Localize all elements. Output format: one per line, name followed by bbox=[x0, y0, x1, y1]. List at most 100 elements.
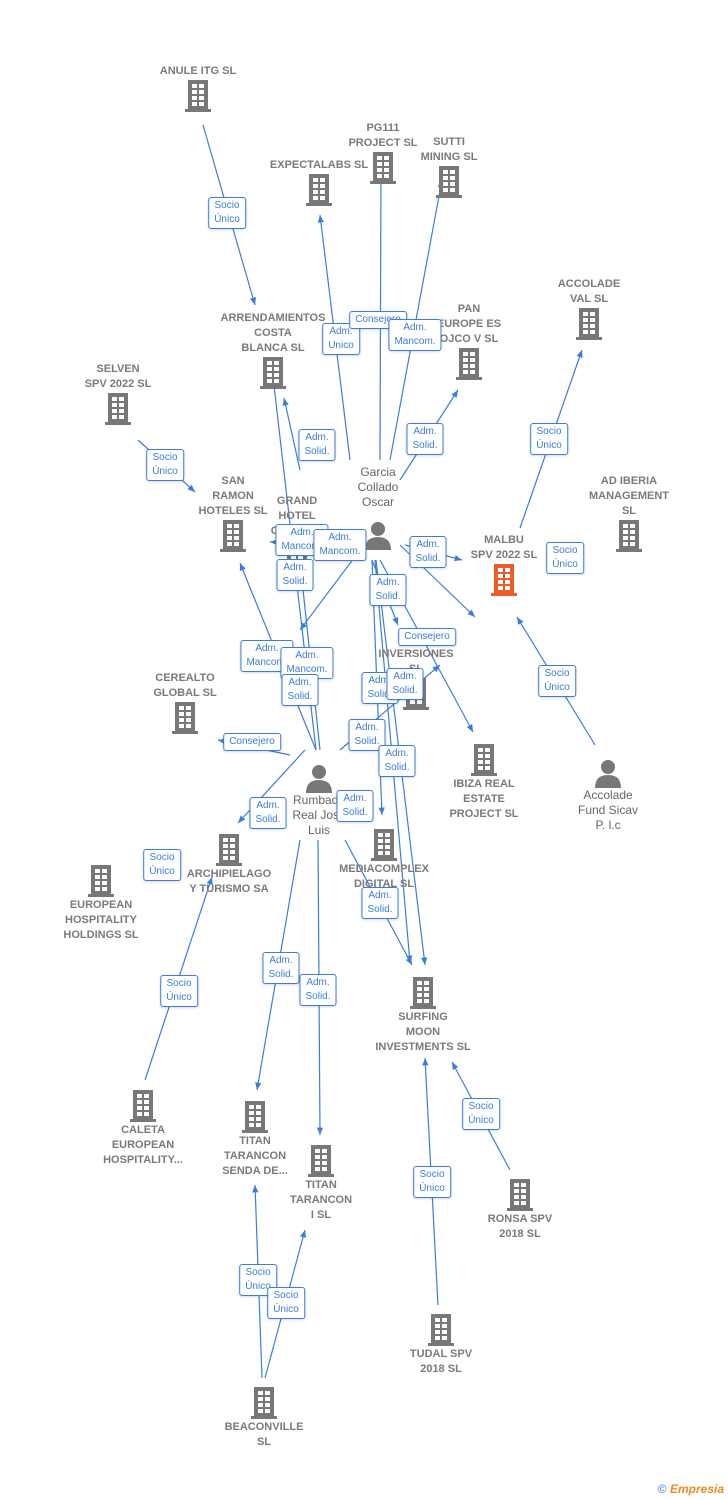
relation-label[interactable]: Adm. Solid. bbox=[262, 952, 300, 984]
building-icon[interactable] bbox=[58, 392, 178, 426]
relation-label[interactable]: Adm. Solid. bbox=[386, 668, 424, 700]
arrowhead-icon bbox=[255, 1082, 262, 1090]
building-icon[interactable] bbox=[169, 833, 289, 867]
building-icon[interactable] bbox=[204, 1386, 324, 1420]
arrowhead-icon bbox=[249, 297, 256, 305]
relation-label[interactable]: Adm. Solid. bbox=[298, 429, 336, 461]
company-label[interactable]: RONSA SPV 2018 SL bbox=[460, 1212, 580, 1242]
relation-label[interactable]: Socio Único bbox=[208, 197, 246, 229]
arrowhead-icon bbox=[317, 215, 324, 223]
company-node[interactable]: ACCOLADE VAL SL bbox=[529, 277, 649, 341]
building-icon[interactable] bbox=[409, 347, 529, 381]
relation-label[interactable]: Adm. Solid. bbox=[336, 790, 374, 822]
company-node[interactable]: CEREALTO GLOBAL SL bbox=[125, 671, 245, 735]
company-label[interactable]: SELVEN SPV 2022 SL bbox=[58, 362, 178, 392]
relation-label[interactable]: Socio Único bbox=[538, 665, 576, 697]
relation-label[interactable]: Socio Único bbox=[143, 849, 181, 881]
person-node[interactable]: Garcia Collado Oscar bbox=[318, 465, 438, 530]
relation-label[interactable]: Adm. Solid. bbox=[369, 574, 407, 606]
company-node[interactable]: TUDAL SPV 2018 SL bbox=[381, 1313, 501, 1377]
building-icon[interactable] bbox=[261, 1144, 381, 1178]
arrowhead-icon bbox=[422, 1058, 429, 1066]
arrowhead-icon bbox=[421, 957, 428, 965]
arrowhead-icon bbox=[282, 398, 289, 406]
arrowhead-icon bbox=[316, 1127, 324, 1135]
company-node[interactable]: ANULE ITG SL bbox=[138, 64, 258, 113]
building-icon[interactable] bbox=[125, 701, 245, 735]
relation-label[interactable]: Adm. Solid. bbox=[361, 887, 399, 919]
company-label[interactable]: SURFING MOON INVESTMENTS SL bbox=[363, 1010, 483, 1055]
company-label[interactable]: IBIZA REAL ESTATE PROJECT SL bbox=[424, 777, 544, 822]
building-icon[interactable] bbox=[569, 519, 689, 553]
building-icon[interactable] bbox=[195, 1100, 315, 1134]
relation-label[interactable]: Adm. Solid. bbox=[249, 797, 287, 829]
company-label[interactable]: BEACONVILLE SL bbox=[204, 1420, 324, 1450]
company-node[interactable]: BEACONVILLE SL bbox=[204, 1386, 324, 1450]
relation-label[interactable]: Socio Único bbox=[160, 975, 198, 1007]
company-node[interactable]: SELVEN SPV 2022 SL bbox=[58, 362, 178, 426]
person-label[interactable]: Accolade Fund Sicav P. l.c bbox=[548, 788, 668, 833]
company-label[interactable]: AD IBERIA MANAGEMENT SL bbox=[569, 474, 689, 519]
company-node[interactable]: EXPECTALABS SL bbox=[259, 158, 379, 207]
company-label[interactable]: TUDAL SPV 2018 SL bbox=[381, 1347, 501, 1377]
relation-label[interactable]: Socio Único bbox=[146, 449, 184, 481]
company-node[interactable]: SUTTI MINING SL bbox=[389, 135, 509, 199]
building-icon[interactable] bbox=[138, 79, 258, 113]
person-icon[interactable] bbox=[548, 758, 668, 788]
building-icon[interactable] bbox=[389, 165, 509, 199]
building-icon[interactable] bbox=[363, 976, 483, 1010]
relation-label[interactable]: Socio Único bbox=[530, 423, 568, 455]
relation-label[interactable]: Adm. Mancom. bbox=[313, 529, 367, 561]
arrowhead-icon bbox=[576, 350, 583, 358]
brand-logo[interactable]: Empresia bbox=[670, 1482, 724, 1496]
building-icon[interactable] bbox=[83, 1089, 203, 1123]
company-label[interactable]: CALETA EUROPEAN HOSPITALITY... bbox=[83, 1123, 203, 1168]
company-node[interactable]: TITAN TARANCON I SL bbox=[261, 1144, 381, 1223]
company-label[interactable]: EXPECTALABS SL bbox=[259, 158, 379, 173]
network-diagram: ANULE ITG SL PG111 PROJECT SL SUTTI MINING… bbox=[0, 0, 728, 1500]
relation-label[interactable]: Adm. Solid. bbox=[299, 974, 337, 1006]
building-icon[interactable] bbox=[460, 1178, 580, 1212]
arrowhead-icon bbox=[378, 807, 385, 815]
relation-label[interactable]: Socio Único bbox=[413, 1166, 451, 1198]
arrowhead-icon bbox=[517, 617, 524, 625]
company-node[interactable]: IBIZA REAL ESTATE PROJECT SL bbox=[424, 743, 544, 822]
company-label[interactable]: ARCHIPIELAGO Y TURISMO SA bbox=[169, 867, 289, 897]
building-icon[interactable] bbox=[259, 173, 379, 207]
relation-label[interactable]: Adm. Solid. bbox=[409, 536, 447, 568]
company-node[interactable]: ARRENDAMIENTOS COSTA BLANCA SL bbox=[213, 311, 333, 390]
company-label[interactable]: ACCOLADE VAL SL bbox=[529, 277, 649, 307]
relation-label[interactable]: Adm. Solid. bbox=[276, 559, 314, 591]
relation-label[interactable]: Adm. Solid. bbox=[378, 745, 416, 777]
company-label[interactable]: EUROPEAN HOSPITALITY HOLDINGS SL bbox=[41, 898, 161, 943]
building-icon[interactable] bbox=[381, 1313, 501, 1347]
relation-label[interactable]: Consejero bbox=[223, 733, 281, 751]
relation-label[interactable]: Socio Único bbox=[267, 1287, 305, 1319]
relation-label[interactable]: Consejero bbox=[398, 628, 456, 646]
footer: © Empresia bbox=[658, 1482, 724, 1496]
company-node[interactable]: CALETA EUROPEAN HOSPITALITY... bbox=[83, 1089, 203, 1168]
person-label[interactable]: Garcia Collado Oscar bbox=[318, 465, 438, 510]
building-icon[interactable] bbox=[529, 307, 649, 341]
building-icon[interactable] bbox=[424, 743, 544, 777]
relation-label[interactable]: Socio Único bbox=[462, 1098, 500, 1130]
company-node[interactable]: RONSA SPV 2018 SL bbox=[460, 1178, 580, 1242]
company-label[interactable]: TITAN TARANCON I SL bbox=[261, 1178, 381, 1223]
company-node[interactable]: ARCHIPIELAGO Y TURISMO SA bbox=[169, 833, 289, 897]
person-icon[interactable] bbox=[259, 763, 379, 793]
company-node[interactable]: SURFING MOON INVESTMENTS SL bbox=[363, 976, 483, 1055]
building-icon[interactable] bbox=[213, 356, 333, 390]
relation-label[interactable]: Adm. Solid. bbox=[406, 423, 444, 455]
person-node[interactable]: Accolade Fund Sicav P. l.c bbox=[548, 758, 668, 833]
arrowhead-icon bbox=[451, 390, 458, 398]
relation-label[interactable]: Socio Único bbox=[546, 542, 584, 574]
company-label[interactable]: ANULE ITG SL bbox=[138, 64, 258, 79]
company-label[interactable]: SUTTI MINING SL bbox=[389, 135, 509, 165]
arrowhead-icon bbox=[252, 1185, 259, 1193]
arrowhead-icon bbox=[392, 617, 399, 625]
relation-label[interactable]: Adm. Mancom. bbox=[388, 319, 442, 351]
company-label[interactable]: CEREALTO GLOBAL SL bbox=[125, 671, 245, 701]
company-label[interactable]: ARRENDAMIENTOS COSTA BLANCA SL bbox=[213, 311, 333, 356]
company-node[interactable]: AD IBERIA MANAGEMENT SL bbox=[569, 474, 689, 553]
relation-label[interactable]: Adm. Solid. bbox=[281, 674, 319, 706]
